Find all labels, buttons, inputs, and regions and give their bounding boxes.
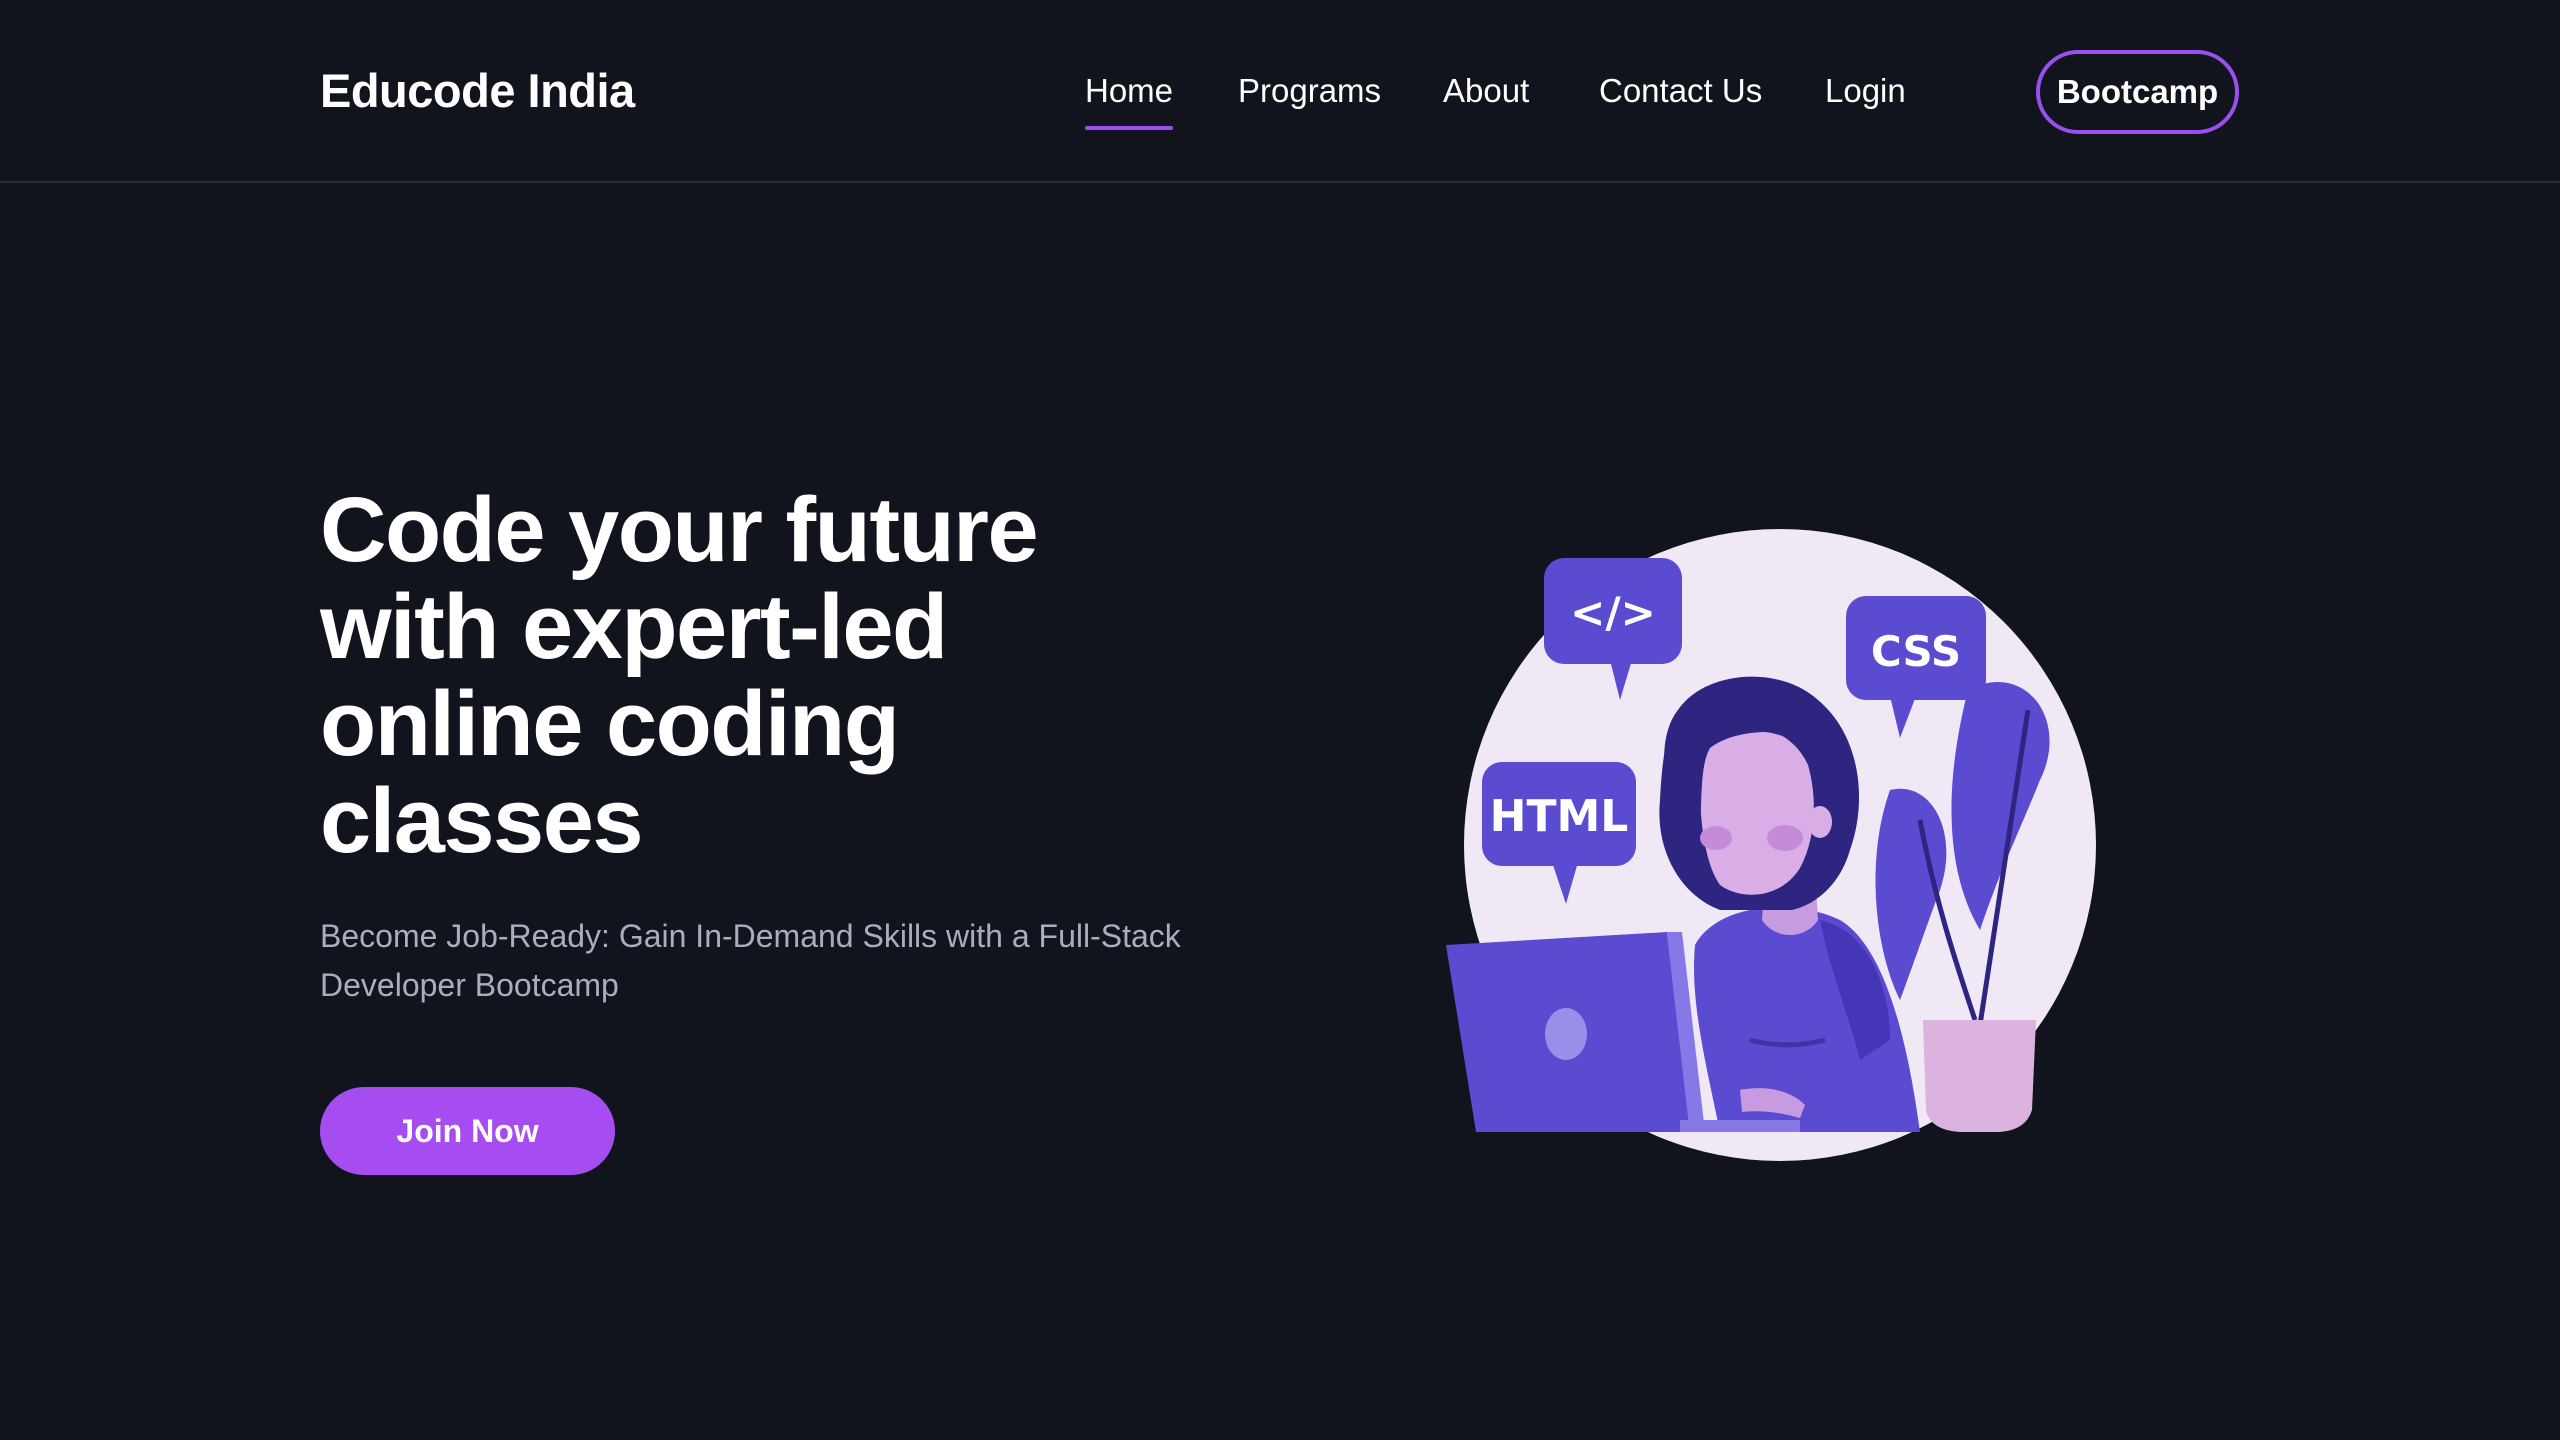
site-header: Educode India Home Programs About Contac…	[0, 0, 2560, 183]
hero-title: Code your future with expert-led online …	[320, 479, 1039, 872]
bootcamp-button[interactable]: Bootcamp	[2036, 50, 2239, 134]
nav-item-about[interactable]: About	[1443, 58, 1529, 124]
nav-item-home[interactable]: Home	[1085, 58, 1174, 130]
nav-item-login[interactable]: Login	[1825, 58, 1906, 124]
html-bubble-text: HTML	[1490, 791, 1629, 842]
hero-illustration: </> CSS HTML	[1420, 500, 2140, 1260]
site-logo[interactable]: Educode India	[320, 58, 635, 124]
css-bubble-text: CSS	[1871, 627, 1961, 676]
nav-item-contact-us[interactable]: Contact Us	[1599, 58, 1762, 124]
code-bubble-text: </>	[1570, 588, 1656, 637]
coding-woman-illustration: </> CSS HTML	[1446, 529, 2096, 1161]
nav-item-programs[interactable]: Programs	[1238, 58, 1381, 124]
hero-subtitle: Become Job-Ready: Gain In-Demand Skills …	[320, 918, 1181, 1003]
join-now-button[interactable]: Join Now	[320, 1087, 615, 1175]
